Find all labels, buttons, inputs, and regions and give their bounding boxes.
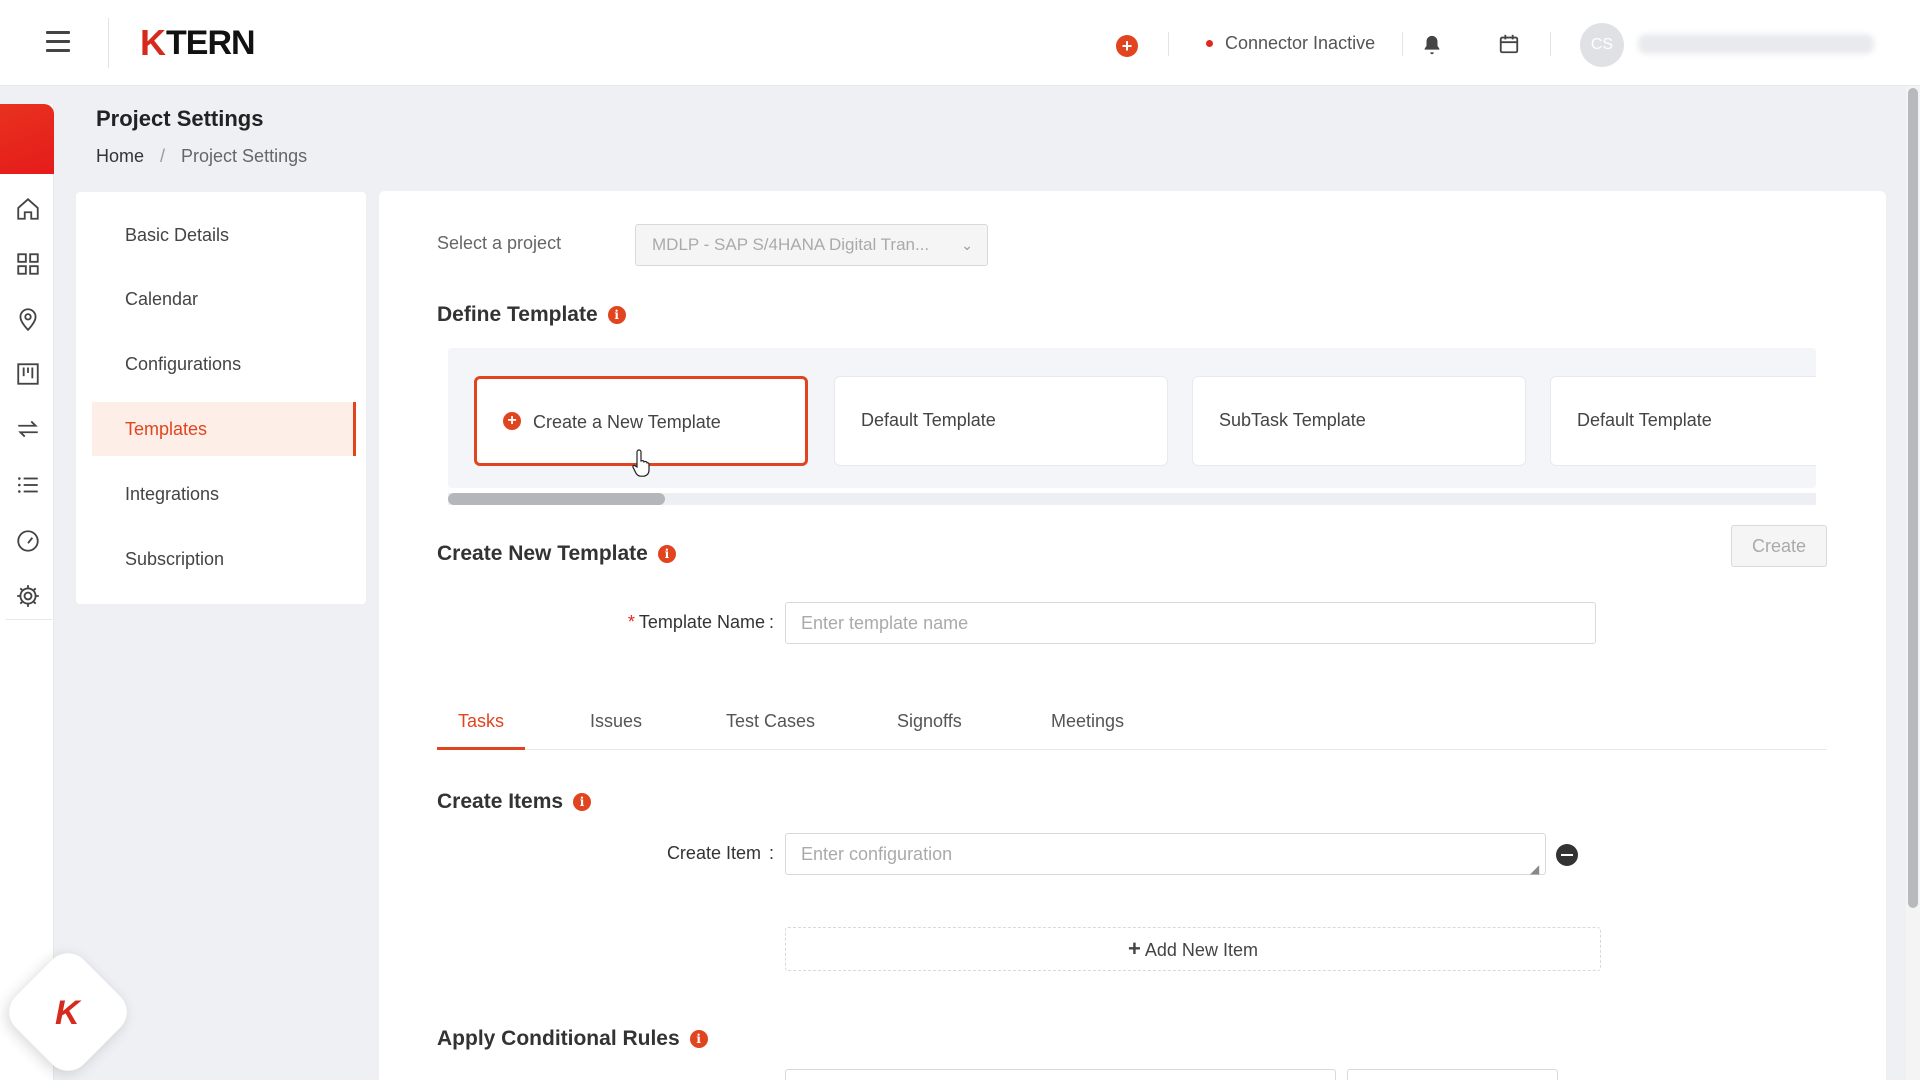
bell-icon[interactable] (1421, 33, 1443, 57)
template-card-label: Default Template (861, 410, 996, 430)
template-carousel-scrollbar[interactable] (448, 493, 1816, 505)
template-card-default-2[interactable]: Default Template (1550, 376, 1816, 466)
template-card-default[interactable]: Default Template (834, 376, 1168, 466)
page-title: Project Settings (96, 106, 264, 131)
home-icon[interactable] (15, 196, 41, 222)
breadcrumb-current: Project Settings (181, 146, 308, 166)
app-logo[interactable]: K TERN (140, 22, 256, 63)
divider (1168, 32, 1169, 56)
resize-handle-icon[interactable]: ◢ (1530, 862, 1539, 876)
list-icon[interactable] (15, 472, 41, 498)
create-item-label-text: Create Item (666, 843, 761, 863)
divider (1402, 32, 1403, 56)
page-scrollbar[interactable] (1906, 86, 1920, 1080)
dashboard-grid-icon[interactable] (15, 251, 41, 277)
connector-status: Connector Inactive (1206, 33, 1375, 54)
project-select-value: MDLP - SAP S/4HANA Digital Tran... (652, 235, 930, 254)
settings-menu: Basic Details Calendar Configurations Te… (76, 192, 366, 604)
add-new-item-button[interactable]: + Add New Item (785, 927, 1601, 971)
info-icon[interactable]: i (607, 306, 626, 324)
gauge-icon[interactable] (15, 528, 41, 554)
status-dot-icon (1206, 40, 1213, 47)
breadcrumb-home[interactable]: Home (96, 146, 144, 167)
plus-circle-icon: + (503, 412, 521, 431)
info-icon[interactable]: i (657, 545, 676, 563)
scrollbar-thumb[interactable] (448, 493, 665, 505)
rail-divider (6, 619, 52, 620)
tab-issues[interactable]: Issues (590, 698, 642, 750)
logo-text: TERN (166, 23, 256, 62)
remove-item-icon[interactable] (1556, 844, 1578, 866)
create-button[interactable]: Create (1731, 525, 1827, 567)
transfer-arrows-icon[interactable] (15, 416, 41, 442)
info-icon[interactable]: i (689, 1030, 708, 1048)
tab-meetings[interactable]: Meetings (1051, 698, 1124, 750)
create-item-label: Create Item: (620, 843, 774, 864)
add-new-item-label: Add New Item (1144, 940, 1258, 960)
top-divider (108, 18, 109, 68)
calendar-icon[interactable] (1498, 32, 1520, 56)
hand-cursor-icon (632, 449, 650, 477)
tab-test-cases[interactable]: Test Cases (726, 698, 815, 750)
create-new-template-heading: Create New Template i (437, 542, 676, 566)
template-tabs: Tasks Issues Test Cases Signoffs Meeting… (437, 698, 1827, 750)
project-select[interactable]: MDLP - SAP S/4HANA Digital Tran... ⌄ (635, 224, 988, 266)
board-icon[interactable] (15, 361, 41, 387)
create-item-input[interactable]: Enter configuration (785, 833, 1546, 875)
menu-item-configurations[interactable]: Configurations (92, 337, 356, 391)
required-mark: * (627, 612, 635, 632)
info-icon[interactable]: i (573, 793, 592, 811)
menu-item-basic-details[interactable]: Basic Details (92, 208, 356, 262)
top-bar: K TERN + Connector Inactive CS (0, 0, 1920, 86)
template-name-label: * Template Name: (600, 612, 774, 633)
menu-item-subscription[interactable]: Subscription (92, 532, 356, 586)
apply-conditional-rules-title: Apply Conditional Rules (437, 1027, 680, 1050)
define-template-title: Define Template (437, 303, 598, 326)
page-scrollbar-thumb[interactable] (1908, 88, 1918, 908)
rule-field-input[interactable] (785, 1069, 1336, 1080)
template-card-label: Create a New Template (533, 412, 721, 432)
add-circle-icon[interactable]: + (1116, 35, 1138, 57)
apply-conditional-rules-heading: Apply Conditional Rules i (437, 1027, 708, 1051)
breadcrumb-separator: / (160, 146, 166, 166)
template-card-label: Default Template (1577, 410, 1712, 430)
create-items-title: Create Items (437, 790, 564, 813)
breadcrumb: Home / Project Settings (96, 146, 307, 167)
rule-select-input[interactable] (1347, 1069, 1558, 1080)
template-name-label-text: Template Name (638, 612, 765, 632)
menu-item-templates[interactable]: Templates (92, 402, 356, 456)
avatar[interactable]: CS (1580, 23, 1624, 67)
plus-icon: + (1128, 936, 1141, 961)
template-name-input[interactable]: Enter template name (785, 602, 1596, 644)
menu-item-calendar[interactable]: Calendar (92, 272, 356, 326)
define-template-heading: Define Template i (437, 303, 626, 327)
create-items-heading: Create Items i (437, 790, 592, 814)
gear-icon[interactable] (15, 583, 41, 609)
user-name-redacted[interactable] (1638, 34, 1874, 54)
location-pin-icon[interactable] (15, 306, 41, 332)
tab-tasks[interactable]: Tasks (437, 698, 526, 750)
create-new-template-title: Create New Template (437, 542, 648, 565)
tab-signoffs[interactable]: Signoffs (897, 698, 962, 750)
label-colon: : (768, 843, 774, 863)
assistant-logo-icon: K (55, 994, 80, 1032)
connector-status-text: Connector Inactive (1225, 33, 1376, 53)
divider (1550, 32, 1551, 56)
chevron-down-icon: ⌄ (961, 237, 973, 253)
logo-k: K (140, 22, 166, 63)
menu-item-integrations[interactable]: Integrations (92, 467, 356, 521)
template-card-label: SubTask Template (1219, 410, 1366, 430)
select-project-label: Select a project (437, 233, 562, 253)
template-card-subtask[interactable]: SubTask Template (1192, 376, 1526, 466)
hamburger-menu-icon[interactable] (46, 31, 70, 53)
label-colon: : (768, 612, 774, 632)
rail-accent (0, 104, 54, 174)
